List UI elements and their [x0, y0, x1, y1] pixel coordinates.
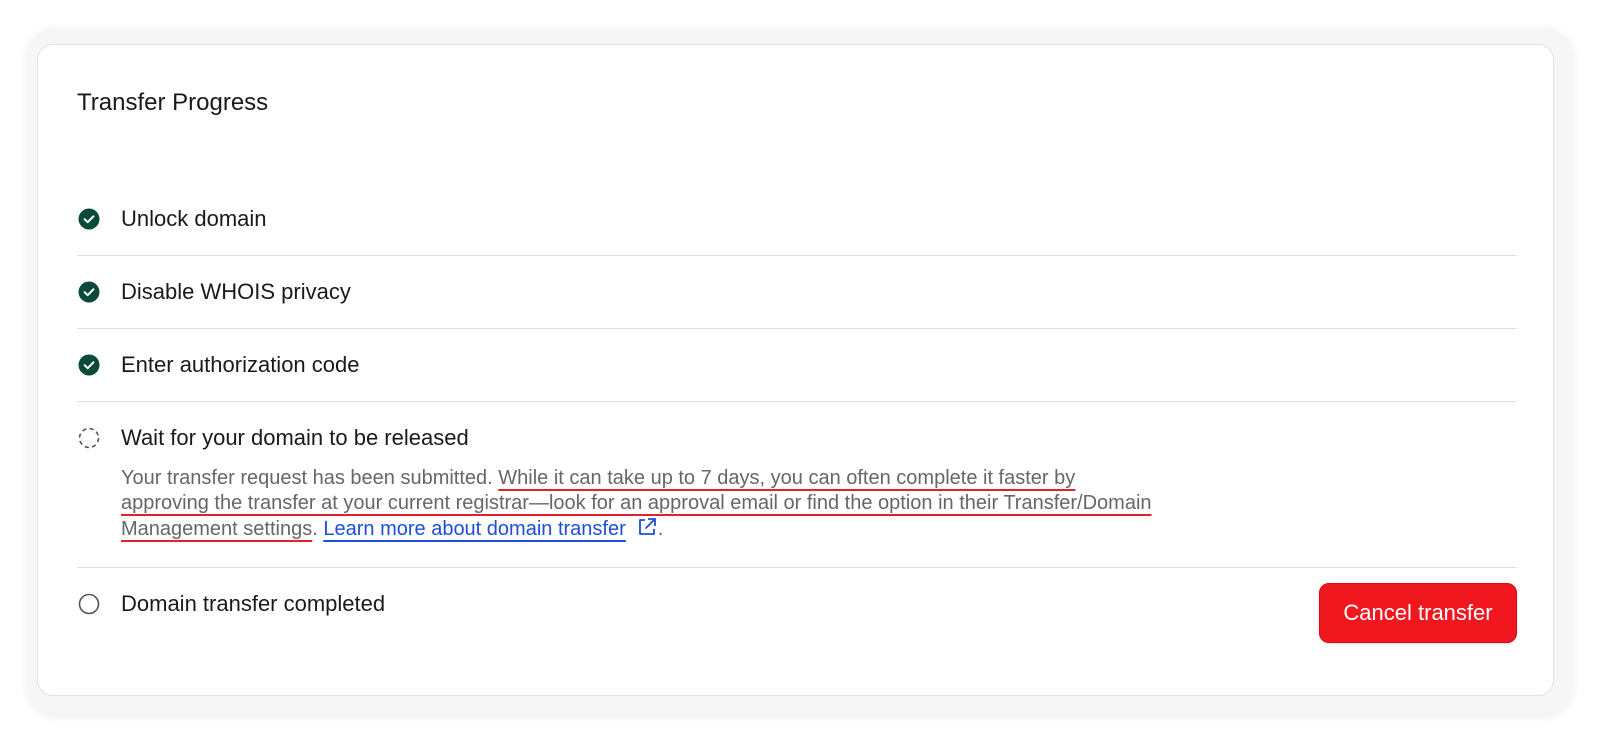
- step-label: Wait for your domain to be released: [121, 425, 469, 450]
- step-enter-authorization-code: Enter authorization code: [77, 329, 1517, 402]
- description-end: .: [657, 518, 664, 540]
- step-wait-for-release: Wait for your domain to be released Your…: [77, 402, 1517, 568]
- empty-circle-icon: [78, 593, 100, 615]
- check-circle-icon: [78, 354, 100, 376]
- step-label: Unlock domain: [121, 206, 267, 231]
- step-domain-transfer-completed: Domain transfer completed: [77, 568, 1517, 640]
- step-unlock-domain: Unlock domain: [77, 183, 1517, 256]
- step-label: Enter authorization code: [121, 352, 360, 377]
- step-disable-whois-privacy: Disable WHOIS privacy: [77, 256, 1517, 329]
- pending-dashed-circle-icon: [78, 427, 100, 449]
- learn-more-link-text: Learn more about domain transfer: [323, 518, 626, 540]
- transfer-progress-card: Transfer Progress Unlock domain Disable …: [37, 44, 1554, 696]
- card-title: Transfer Progress: [77, 89, 269, 116]
- step-description: Your transfer request has been submitted…: [121, 466, 1161, 567]
- check-circle-icon: [78, 281, 100, 303]
- external-link-icon[interactable]: [636, 516, 658, 545]
- step-label: Domain transfer completed: [121, 591, 386, 616]
- cancel-transfer-button[interactable]: Cancel transfer: [1319, 583, 1517, 643]
- description-intro: Your transfer request has been submitted…: [121, 467, 493, 489]
- step-label: Disable WHOIS privacy: [121, 279, 351, 304]
- learn-more-link[interactable]: Learn more about domain transfer: [323, 518, 625, 540]
- step-list: Unlock domain Disable WHOIS privacy Ente…: [77, 183, 1517, 640]
- check-circle-icon: [78, 208, 100, 230]
- description-period: .: [312, 518, 318, 540]
